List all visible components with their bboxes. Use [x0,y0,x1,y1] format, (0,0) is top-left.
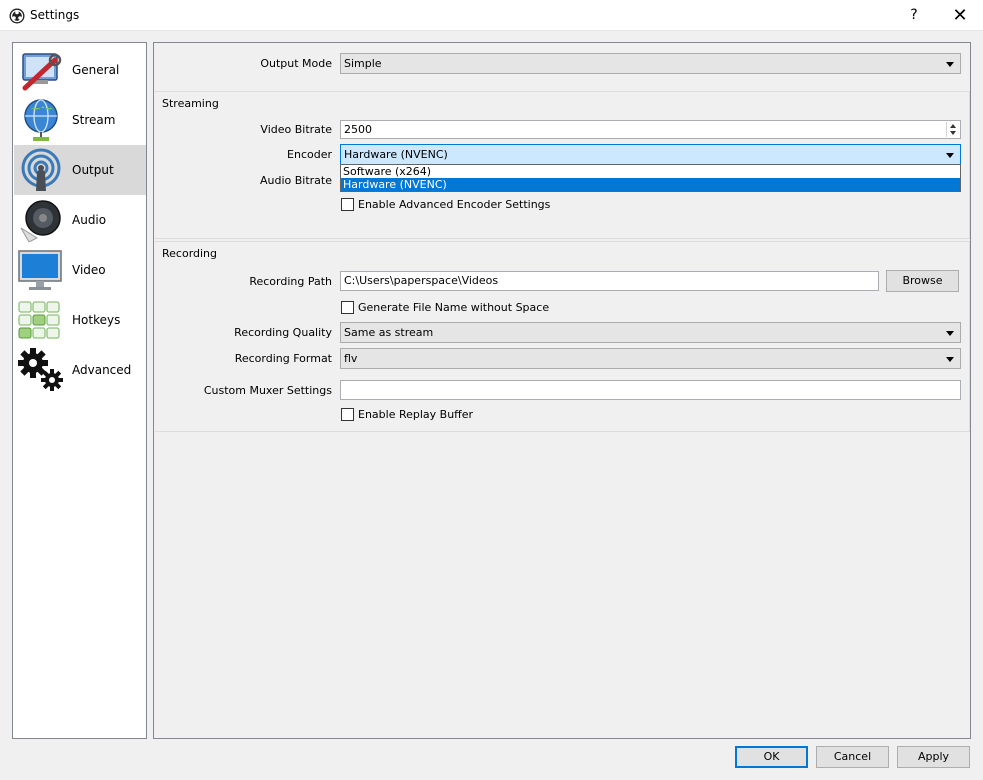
chevron-down-icon [946,357,954,362]
recording-format-select[interactable]: flv [340,348,961,369]
close-button[interactable]: ✕ [937,0,983,31]
sidebar-item-label: Output [72,163,114,177]
sidebar-item-label: Video [72,263,106,277]
monitor-icon [18,250,62,290]
chevron-down-icon [946,62,954,67]
advanced-encoder-checkbox[interactable] [341,198,354,211]
custom-muxer-label: Custom Muxer Settings [203,384,332,397]
recording-section-title: Recording [162,247,218,260]
chevron-down-icon [946,153,954,158]
sidebar-item-label: General [72,63,120,77]
gears-icon [18,348,63,391]
recording-format-label: Recording Format [234,352,332,365]
window-title: Settings [30,8,80,22]
encoder-option-selected[interactable]: Hardware (NVENC) [341,178,960,191]
output-mode-select[interactable]: Simple [340,53,961,74]
advanced-encoder-label: Enable Advanced Encoder Settings [358,198,551,211]
sidebar-item-output[interactable]: Output [14,145,146,195]
recording-path-input[interactable]: C:\Users\paperspace\Videos [340,271,879,291]
encoder-option[interactable]: Software (x264) [341,165,960,178]
encoder-value: Hardware (NVENC) [344,148,448,161]
recording-path-label: Recording Path [249,275,332,288]
globe-icon [24,99,58,141]
browse-button[interactable]: Browse [886,270,959,292]
no-space-checkbox[interactable] [341,301,354,314]
apply-button[interactable]: Apply [897,746,970,768]
spinner-arrows-icon[interactable] [946,122,959,137]
recording-quality-select[interactable]: Same as stream [340,322,961,343]
settings-sidebar: General Stream Output Audio Video Hotkey… [12,42,147,739]
output-mode-label: Output Mode [260,57,332,70]
help-button[interactable]: ? [891,0,937,31]
replay-buffer-label: Enable Replay Buffer [358,408,474,421]
recording-quality-value: Same as stream [344,326,434,339]
obs-logo-icon [9,8,25,24]
sidebar-item-video[interactable]: Video [14,245,146,295]
video-bitrate-spinbox[interactable]: 2500 [340,120,961,139]
keyboard-icon [18,301,60,339]
sidebar-item-advanced[interactable]: Advanced [14,345,146,395]
custom-muxer-input[interactable] [340,380,961,400]
encoder-select[interactable]: Hardware (NVENC) [340,144,961,165]
encoder-dropdown-list: Software (x264) Hardware (NVENC) [340,164,961,192]
no-space-label: Generate File Name without Space [358,301,550,314]
video-bitrate-label: Video Bitrate [260,123,332,136]
streaming-section-title: Streaming [162,97,219,110]
general-settings-icon [22,53,62,91]
sidebar-item-general[interactable]: General [14,45,146,95]
sidebar-item-label: Hotkeys [72,313,121,327]
broadcast-antenna-icon [21,148,61,191]
recording-quality-label: Recording Quality [234,326,332,339]
recording-format-value: flv [344,352,358,365]
sidebar-item-stream[interactable]: Stream [14,95,146,145]
sidebar-item-label: Audio [72,213,107,227]
replay-buffer-checkbox[interactable] [341,408,354,421]
sidebar-item-hotkeys[interactable]: Hotkeys [14,295,146,345]
output-mode-value: Simple [344,57,382,70]
output-settings-panel: Output Mode Simple Streaming Video Bitra… [153,42,971,739]
sidebar-item-audio[interactable]: Audio [14,195,146,245]
audio-bitrate-label: Audio Bitrate [259,174,332,187]
encoder-label: Encoder [287,148,332,161]
sidebar-item-label: Advanced [72,363,132,377]
video-bitrate-value: 2500 [344,123,372,136]
chevron-down-icon [946,331,954,336]
sidebar-item-label: Stream [72,113,116,127]
cancel-button[interactable]: Cancel [816,746,889,768]
ok-button[interactable]: OK [735,746,808,768]
recording-path-value: C:\Users\paperspace\Videos [344,274,499,287]
title-bar: Settings ? ✕ [0,0,983,31]
speaker-icon [20,200,61,242]
